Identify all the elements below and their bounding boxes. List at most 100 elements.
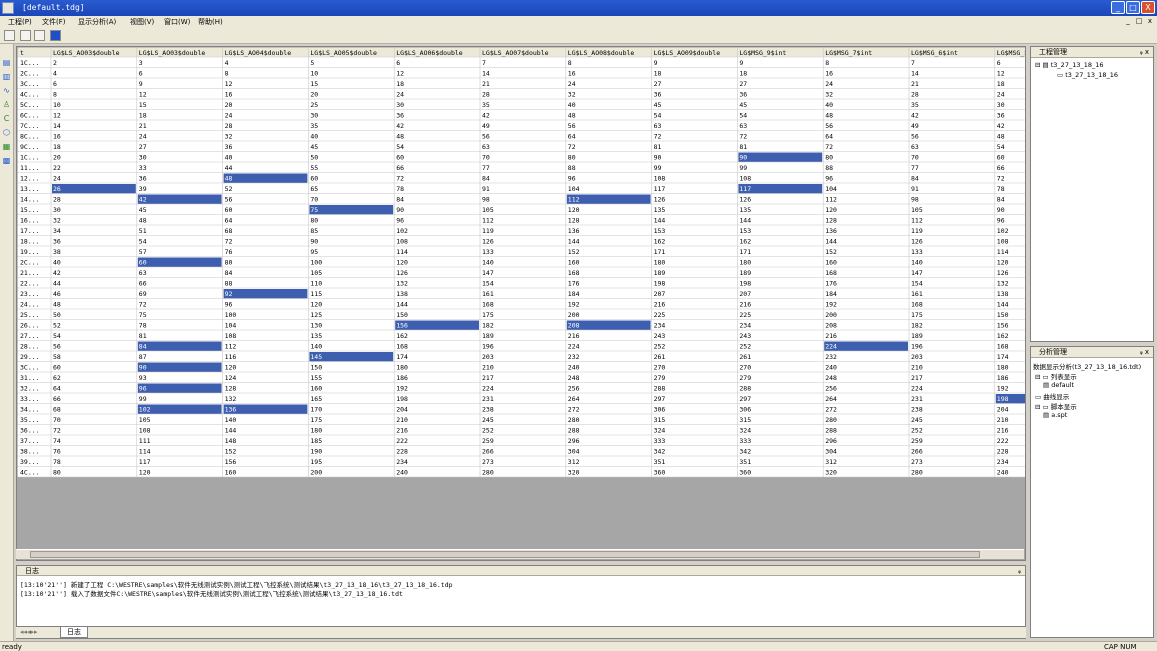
grid-cell-value[interactable]: 259 [482,437,494,445]
tab-log[interactable]: 日志 [60,627,88,638]
grid-cell-value[interactable]: 180 [654,259,666,267]
grid-cell-value[interactable]: 104 [568,185,580,193]
grid-cell-value[interactable]: 180 [310,427,322,435]
grid-cell-value[interactable]: 306 [739,406,751,414]
grid-cell-value[interactable]: 315 [654,416,666,424]
grid-cell-value[interactable]: 136 [568,227,580,235]
grid-cell-value[interactable]: 10 [310,70,318,78]
grid-cell-value[interactable]: 224 [825,343,837,351]
grid-row-label[interactable]: 22... [20,280,40,288]
grid-row-label[interactable]: 2C... [20,70,40,78]
grid-row-label[interactable]: 12... [20,175,40,183]
grid-cell-value[interactable]: 36 [225,143,233,151]
grid-cell-value[interactable]: 105 [139,416,151,424]
grid-cell-value[interactable]: 189 [911,332,923,340]
grid-cell-value[interactable]: 12 [997,70,1005,78]
grid-cell-value[interactable]: 144 [997,301,1009,309]
grid-cell-value[interactable]: 100 [310,259,322,267]
grid-cell-value[interactable]: 156 [225,458,237,466]
grid-cell-value[interactable]: 120 [225,364,237,372]
grid-cell-value[interactable]: 153 [739,227,751,235]
grid-cell-value[interactable]: 42 [53,269,61,277]
grid-cell-value[interactable]: 176 [568,280,580,288]
grid-column-header[interactable]: LG$LS_AO07$double [482,49,549,57]
grid-row-label[interactable]: 38... [20,448,40,456]
grid-cell-value[interactable]: 116 [225,353,237,361]
menu-window[interactable]: 窗口(W) [164,17,190,27]
grid-cell-value[interactable]: 84 [482,175,490,183]
grid-cell-value[interactable]: 56 [53,343,61,351]
grid-cell-value[interactable]: 210 [396,416,408,424]
grid-cell-value[interactable]: 140 [911,259,923,267]
grid-cell-value[interactable]: 152 [225,448,237,456]
grid-cell-value[interactable]: 114 [396,248,408,256]
grid-column-header[interactable]: LG$LS_AO08$double [568,49,635,57]
grid-cell-value[interactable]: 252 [911,427,923,435]
grid-row-label[interactable]: 36... [20,427,40,435]
grid-cell-value[interactable]: 4 [225,59,229,67]
grid-cell-value[interactable]: 360 [654,469,666,477]
grid-cell-value[interactable]: 184 [568,290,580,298]
grid-cell-value[interactable]: 198 [997,395,1009,403]
grid-cell-value[interactable]: 266 [911,448,923,456]
grid-cell-value[interactable]: 18 [396,80,404,88]
grid-cell-value[interactable]: 16 [53,133,61,141]
grid-cell-value[interactable]: 66 [997,164,1005,172]
grid-row-label[interactable]: 32... [20,385,40,393]
grid-cell-value[interactable]: 264 [568,395,580,403]
grid-cell-value[interactable]: 63 [654,122,662,130]
grid-cell-value[interactable]: 99 [654,164,662,172]
grid-cell-value[interactable]: 66 [396,164,404,172]
tree-curve-display[interactable]: ▭ 曲线显示 [1035,391,1069,401]
grid-cell-value[interactable]: 320 [568,469,580,477]
grid-cell-value[interactable]: 18 [53,143,61,151]
grid-cell-value[interactable]: 195 [310,458,322,466]
grid-cell-value[interactable]: 40 [53,259,61,267]
grid-cell-value[interactable]: 34 [53,227,61,235]
selected-cell[interactable] [137,383,222,394]
grid-cell-value[interactable]: 36 [139,175,147,183]
grid-cell-value[interactable]: 78 [396,185,404,193]
grid-cell-value[interactable]: 148 [225,437,237,445]
grid-cell-value[interactable]: 297 [739,395,751,403]
grid-cell-value[interactable]: 80 [825,154,833,162]
grid-cell-value[interactable]: 168 [825,269,837,277]
grid-cell-value[interactable]: 207 [739,290,751,298]
grid-cell-value[interactable]: 70 [310,196,318,204]
grid-cell-value[interactable]: 42 [482,112,490,120]
grid-row-label[interactable]: 37... [20,437,40,445]
grid-cell-value[interactable]: 66 [139,280,147,288]
grid-cell-value[interactable]: 7 [482,59,486,67]
grid-cell-value[interactable]: 64 [825,133,833,141]
grid-cell-value[interactable]: 18 [739,70,747,78]
grid-cell-value[interactable]: 81 [139,332,147,340]
grid-column-header[interactable]: LG$MSG_9$int [739,49,786,57]
selected-cell[interactable] [738,152,823,163]
close-button[interactable]: X [1141,1,1155,14]
grid-cell-value[interactable]: 44 [225,164,233,172]
selected-cell[interactable] [137,194,222,205]
grid-cell-value[interactable]: 18 [139,112,147,120]
grid-cell-value[interactable]: 45 [139,206,147,214]
grid-cell-value[interactable]: 168 [482,301,494,309]
selected-cell[interactable] [52,184,136,194]
grid-cell-value[interactable]: 14 [482,70,490,78]
grid-cell-value[interactable]: 189 [739,269,751,277]
grid-cell-value[interactable]: 14 [911,70,919,78]
grid-cell-value[interactable]: 112 [911,217,923,225]
grid-cell-value[interactable]: 170 [310,406,322,414]
grid-cell-value[interactable]: 14 [53,122,61,130]
grid-cell-value[interactable]: 133 [911,248,923,256]
grid-cell-value[interactable]: 162 [739,238,751,246]
grid-cell-value[interactable]: 52 [225,185,233,193]
grid-cell-value[interactable]: 216 [568,332,580,340]
grid-cell-value[interactable]: 48 [396,133,404,141]
grid-cell-value[interactable]: 24 [53,175,61,183]
grid-row-label[interactable]: 14... [20,196,40,204]
grid-cell-value[interactable]: 9 [654,59,658,67]
grid-cell-value[interactable]: 175 [911,311,923,319]
grid-cell-value[interactable]: 120 [396,259,408,267]
grid-cell-value[interactable]: 288 [654,385,666,393]
grid-cell-value[interactable]: 296 [825,437,837,445]
grid-cell-value[interactable]: 10 [53,101,61,109]
